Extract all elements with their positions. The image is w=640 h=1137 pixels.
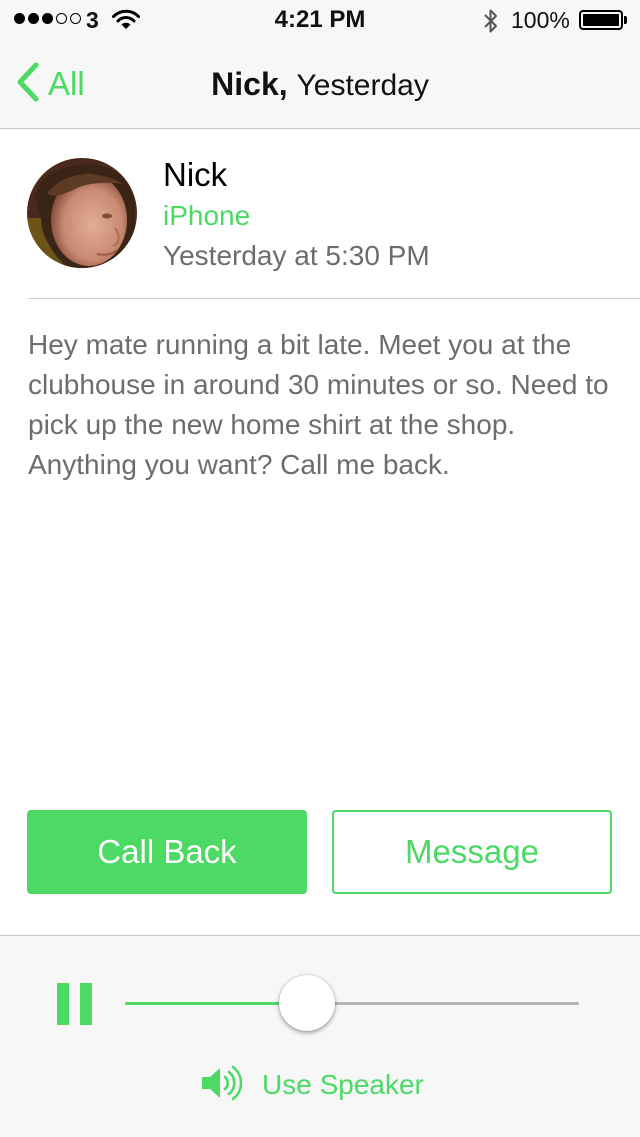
title-name: Nick, (211, 66, 288, 102)
pause-button[interactable] (56, 983, 94, 1025)
use-speaker-label: Use Speaker (262, 1069, 424, 1100)
battery-percent: 100% (511, 7, 570, 33)
avatar (27, 158, 137, 268)
speaker-icon (200, 1064, 243, 1107)
title-when: Yesterday (296, 69, 429, 102)
contact-name: Nick (163, 156, 228, 193)
voicemail-player: Use Speaker (0, 935, 640, 1137)
page-title: Nick, Yesterday (0, 66, 640, 103)
call-back-button[interactable]: Call Back (27, 810, 307, 894)
slider-thumb[interactable] (278, 975, 335, 1031)
status-bar: 3 4:21 PM 100% (0, 0, 640, 40)
pause-icon (57, 983, 69, 1025)
playback-slider[interactable] (125, 975, 579, 1031)
battery-icon (579, 10, 627, 30)
top-bar: 3 4:21 PM 100% All Nick, Yesterday (0, 0, 640, 129)
nav-bar: All Nick, Yesterday (0, 40, 640, 128)
message-text: Hey mate running a bit late. Meet you at… (28, 329, 609, 480)
use-speaker-button[interactable]: Use Speaker (200, 1064, 424, 1107)
message-timestamp: Yesterday at 5:30 PM (163, 240, 430, 271)
message-button[interactable]: Message (332, 810, 612, 894)
bluetooth-icon (483, 8, 499, 39)
contact-device: iPhone (163, 200, 251, 231)
divider (28, 298, 640, 299)
